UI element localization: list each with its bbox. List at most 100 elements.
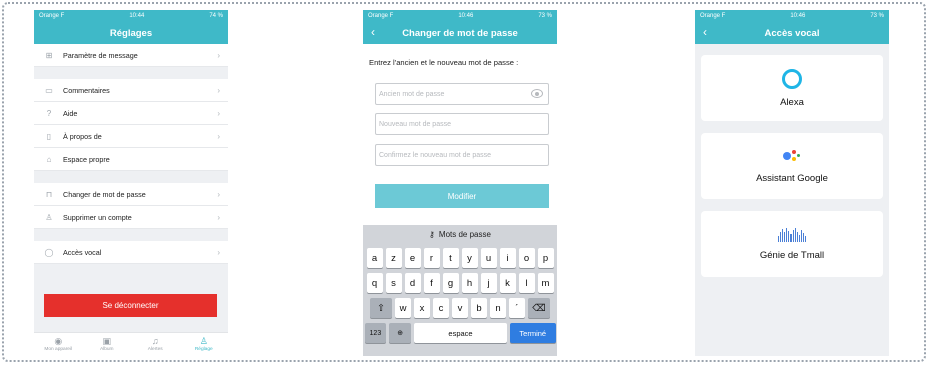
tab-album[interactable]: ▣ Album — [83, 333, 132, 356]
chevron-right-icon: › — [217, 131, 220, 141]
carrier: Orange F — [700, 13, 726, 19]
key[interactable]: n — [490, 298, 506, 318]
key[interactable]: d — [404, 273, 421, 293]
key[interactable]: c — [433, 298, 449, 318]
key[interactable]: h — [461, 273, 478, 293]
numbers-key[interactable]: 123 — [364, 323, 387, 343]
space-key[interactable]: espace — [414, 323, 508, 343]
confirm-password-field[interactable]: Confirmez le nouveau mot de passe — [375, 144, 549, 166]
book-icon: ▯ — [46, 131, 52, 141]
bell-icon: ♫ — [151, 336, 159, 346]
alexa-card[interactable]: Alexa — [701, 55, 883, 121]
keyboard-suggestion-bar[interactable]: ⚷ Mots de passe — [363, 225, 557, 243]
key[interactable]: b — [471, 298, 487, 318]
key[interactable]: a — [366, 248, 383, 268]
tab-alerts[interactable]: ♫ Alertes — [131, 333, 180, 356]
row-message-settings[interactable]: ⊞ Paramètre de message › — [34, 44, 228, 67]
password-form: Entrez l'ancien et le nouveau mot de pas… — [363, 44, 557, 230]
battery: 73 % — [538, 13, 552, 19]
key[interactable]: l — [518, 273, 535, 293]
key[interactable]: g — [442, 273, 459, 293]
page-title: Accès vocal — [764, 27, 820, 39]
google-assistant-icon — [781, 149, 803, 165]
key[interactable]: j — [480, 273, 497, 293]
key[interactable]: r — [423, 248, 440, 268]
key[interactable]: t — [442, 248, 459, 268]
clock: 10:44 — [129, 13, 145, 19]
passwords-label: Mots de passe — [438, 229, 491, 239]
clock: 10:46 — [458, 13, 474, 19]
key[interactable]: z — [385, 248, 402, 268]
done-key[interactable]: Terminé — [510, 323, 556, 343]
key[interactable]: e — [404, 248, 421, 268]
old-password-field[interactable]: Ancien mot de passe — [375, 83, 549, 105]
tab-bar: ◉ Mon appareil ▣ Album ♫ Alertes ♙ Régla… — [34, 332, 228, 356]
backspace-icon[interactable]: ⌫ — [528, 298, 550, 318]
back-icon[interactable]: ‹ — [371, 25, 375, 39]
key-row-3: ⇧ w x c v b n ´ ⌫ — [363, 298, 557, 318]
settings-list: ⊞ Paramètre de message › ▭ Commentaires … — [34, 44, 228, 264]
key[interactable]: k — [499, 273, 516, 293]
back-icon[interactable]: ‹ — [703, 25, 707, 39]
clock: 10:46 — [790, 13, 806, 19]
card-name: Génie de Tmall — [759, 249, 825, 261]
tab-label: Réglage — [194, 347, 213, 352]
key[interactable]: w — [395, 298, 411, 318]
tab-settings[interactable]: ♙ Réglage — [180, 333, 229, 356]
chevron-right-icon: › — [217, 212, 220, 222]
key-row-4: 123 ⊕ espace Terminé — [363, 323, 557, 343]
row-comments[interactable]: ▭ Commentaires › — [34, 79, 228, 102]
settings-screen: Orange F 10:44 74 % Réglages ⊞ Paramètre… — [34, 10, 228, 356]
logout-button[interactable]: Se déconnecter — [44, 294, 217, 317]
key[interactable]: u — [480, 248, 497, 268]
nav-bar: Réglages — [34, 22, 228, 44]
carrier: Orange F — [39, 13, 65, 19]
globe-icon[interactable]: ⊕ — [389, 323, 412, 343]
new-password-field[interactable]: Nouveau mot de passe — [375, 113, 549, 135]
card-name: Assistant Google — [756, 172, 828, 184]
page-title: Changer de mot de passe — [402, 27, 518, 39]
tmall-genie-card[interactable]: Génie de Tmall — [701, 211, 883, 277]
key[interactable]: m — [537, 273, 554, 293]
row-help[interactable]: ? Aide › — [34, 102, 228, 125]
key[interactable]: f — [423, 273, 440, 293]
google-assistant-card[interactable]: Assistant Google — [701, 133, 883, 199]
chat-icon: ▭ — [45, 85, 53, 95]
broom-icon: ⌂ — [46, 154, 52, 164]
voice-access-screen: Orange F 10:46 73 % ‹ Accès vocal Alexa … — [695, 10, 889, 356]
speech-icon: ◯ — [44, 247, 54, 257]
eye-icon[interactable] — [531, 89, 543, 98]
placeholder: Ancien mot de passe — [379, 90, 445, 98]
tab-my-device[interactable]: ◉ Mon appareil — [34, 333, 83, 356]
shift-icon[interactable]: ⇧ — [370, 298, 392, 318]
row-clean-space[interactable]: ⌂ Espace propre — [34, 148, 228, 171]
key[interactable]: i — [499, 248, 516, 268]
row-change-password[interactable]: ⊓ Changer de mot de passe › — [34, 183, 228, 206]
key[interactable]: ´ — [509, 298, 525, 318]
key[interactable]: v — [452, 298, 468, 318]
row-about[interactable]: ▯ À propos de › — [34, 125, 228, 148]
battery: 73 % — [870, 13, 884, 19]
form-prompt: Entrez l'ancien et le nouveau mot de pas… — [369, 58, 519, 67]
status-bar: Orange F 10:46 73 % — [363, 10, 557, 22]
card-name: Alexa — [780, 96, 804, 108]
status-bar: Orange F 10:44 74 % — [34, 10, 228, 22]
modify-button[interactable]: Modifier — [375, 184, 549, 208]
row-label: À propos de — [63, 131, 102, 141]
key[interactable]: q — [366, 273, 383, 293]
row-label: Supprimer un compte — [63, 212, 132, 222]
key[interactable]: x — [414, 298, 430, 318]
nav-bar: ‹ Accès vocal — [695, 22, 889, 44]
image-icon: ▣ — [102, 336, 111, 346]
key[interactable]: y — [461, 248, 478, 268]
row-delete-account[interactable]: ♙ Supprimer un compte › — [34, 206, 228, 229]
grid-icon: ⊞ — [45, 50, 53, 60]
key[interactable]: s — [385, 273, 402, 293]
camera-icon: ◉ — [54, 336, 63, 346]
key[interactable]: p — [537, 248, 554, 268]
key[interactable]: o — [518, 248, 535, 268]
row-label: Commentaires — [63, 85, 110, 95]
person-icon: ♙ — [199, 336, 208, 346]
row-voice-access[interactable]: ◯ Accès vocal › — [34, 241, 228, 264]
row-label: Paramètre de message — [63, 50, 138, 60]
